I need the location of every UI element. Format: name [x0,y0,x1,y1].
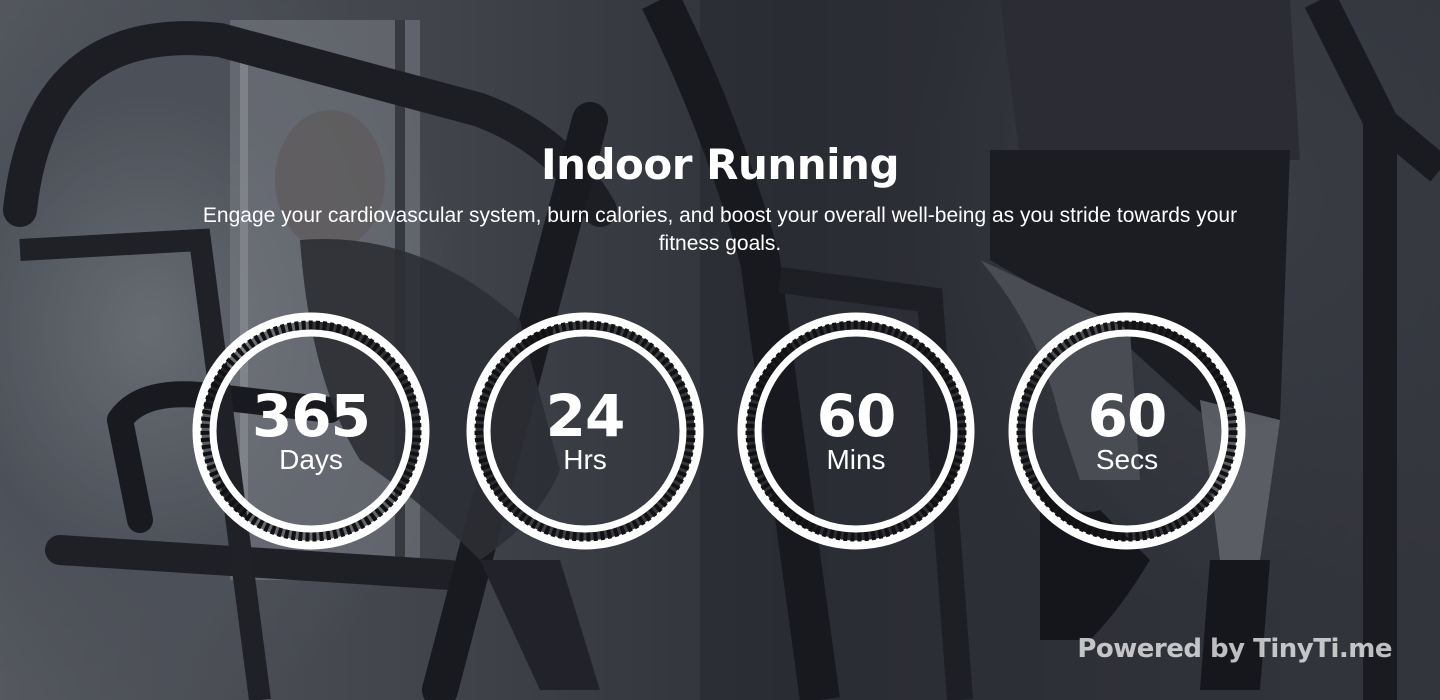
page-description: Engage your cardiovascular system, burn … [202,204,1238,255]
minutes-value: 60 [816,382,897,450]
page-title: Indoor Running [540,140,900,189]
countdown-seconds: 60 Secs [1008,312,1246,550]
hours-value: 24 [545,382,626,450]
countdown-page: Indoor Running Engage your cardiovascula… [0,0,1440,700]
days-label: Days [279,444,343,475]
powered-by-link[interactable]: Powered by TinyTi.me [1077,634,1392,664]
minutes-label: Mins [826,444,886,475]
seconds-value: 60 [1087,382,1168,450]
seconds-label: Secs [1095,444,1159,475]
countdown-timer: 365 Days 24 Hrs 60 Mins 60 Secs [0,312,1440,552]
days-value: 365 [251,382,371,450]
countdown-hours: 24 Hrs [466,312,704,550]
hours-label: Hrs [563,444,607,475]
countdown-days: 365 Days [192,312,430,550]
countdown-minutes: 60 Mins [737,312,975,550]
